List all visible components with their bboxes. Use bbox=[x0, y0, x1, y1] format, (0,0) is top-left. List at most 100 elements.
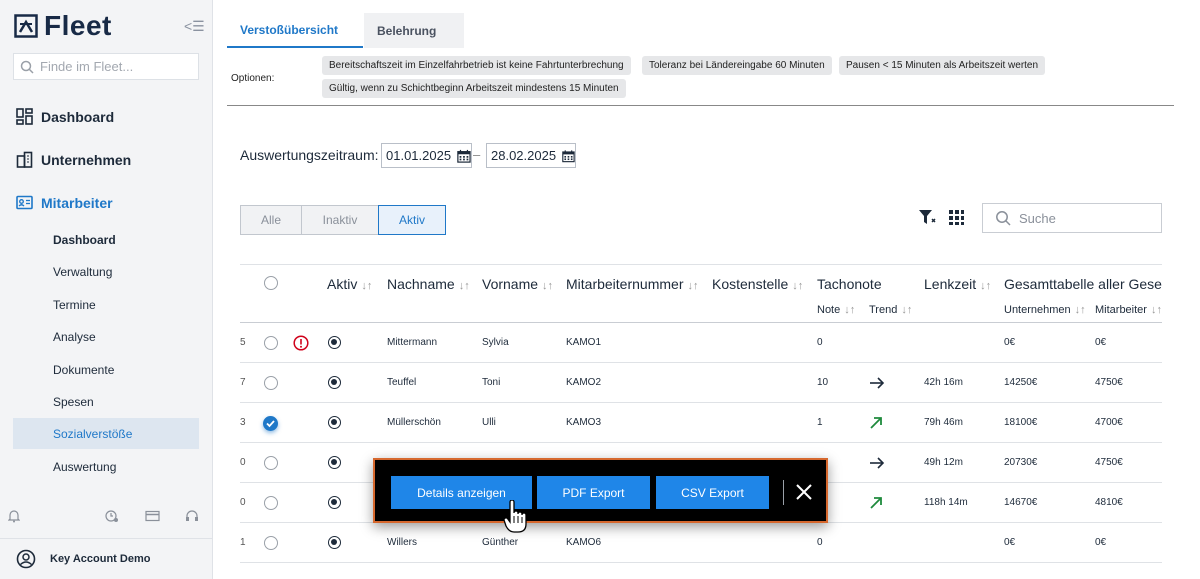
col-trend[interactable]: Trend ↓↑ bbox=[869, 304, 912, 316]
table-search bbox=[982, 203, 1162, 233]
card-icon[interactable] bbox=[145, 509, 160, 527]
col-lenkzeit[interactable]: Lenkzeit ↓↑ bbox=[924, 276, 991, 292]
user-name: Key Account Demo bbox=[50, 553, 151, 565]
cell-note: 10 bbox=[817, 377, 829, 388]
user-avatar-icon bbox=[16, 549, 36, 569]
sidebar: Fleet <☰ Dashboard Unternehmen Mitarbeit… bbox=[0, 0, 213, 579]
active-status-radio[interactable] bbox=[328, 456, 341, 469]
sidebar-search bbox=[13, 53, 199, 80]
cell-note: 0 bbox=[817, 337, 823, 348]
cell-mitarbeiter: 4810€ bbox=[1095, 497, 1123, 508]
filter-funnel-icon[interactable] bbox=[918, 209, 936, 226]
col-vorname[interactable]: Vorname ↓↑ bbox=[482, 276, 553, 292]
sidebar-item-termine[interactable]: Termine bbox=[13, 289, 199, 320]
sidebar-item-spesen[interactable]: Spesen bbox=[13, 386, 199, 417]
active-status-radio[interactable] bbox=[328, 496, 341, 509]
cell-nachname: Willers bbox=[387, 537, 417, 548]
cell-nachname: Müllerschön bbox=[387, 417, 441, 428]
bulk-action-bar: Details anzeigen PDF Export CSV Export bbox=[373, 458, 828, 523]
trend-right-icon bbox=[869, 376, 885, 394]
active-status-radio[interactable] bbox=[328, 336, 341, 349]
dashboard-icon bbox=[16, 108, 33, 125]
table-search-input[interactable] bbox=[1019, 210, 1149, 226]
building-icon bbox=[16, 151, 33, 168]
sidebar-search-input[interactable] bbox=[40, 59, 190, 74]
bell-icon[interactable] bbox=[7, 509, 21, 528]
sidebar-item-dokumente[interactable]: Dokumente bbox=[13, 354, 199, 385]
tab-verstossuebersicht[interactable]: Verstoßübersicht bbox=[227, 13, 363, 48]
date-to-value: 28.02.2025 bbox=[491, 148, 557, 163]
row-checkbox[interactable] bbox=[264, 536, 278, 550]
cell-mitarbeiternummer: KAMO6 bbox=[566, 537, 602, 548]
row-edge-cell: 7 bbox=[240, 377, 246, 388]
cell-mitarbeiter: 4700€ bbox=[1095, 417, 1123, 428]
date-from-field[interactable]: 01.01.2025 bbox=[381, 143, 472, 168]
row-checkbox[interactable] bbox=[264, 456, 278, 470]
cell-vorname: Ulli bbox=[482, 417, 496, 428]
row-checkbox[interactable] bbox=[264, 336, 278, 350]
headset-icon[interactable] bbox=[185, 509, 199, 528]
col-mitarbeiternummer[interactable]: Mitarbeiternummer ↓↑ bbox=[566, 276, 698, 292]
row-checkbox[interactable] bbox=[264, 496, 278, 510]
col-aktiv[interactable]: Aktiv ↓↑ bbox=[327, 276, 372, 292]
row-checkbox-checked[interactable] bbox=[263, 416, 278, 431]
action-bar-divider bbox=[783, 480, 784, 505]
app-window: { "app": {"name": "Fleet"}, "sidebar": {… bbox=[0, 0, 1200, 579]
app-logo[interactable]: Fleet bbox=[14, 10, 112, 42]
cell-lenkzeit: 42h 16m bbox=[924, 377, 963, 388]
nav-unternehmen[interactable]: Unternehmen bbox=[16, 151, 131, 168]
cell-note: 0 bbox=[817, 537, 823, 548]
nav-dashboard-label: Dashboard bbox=[41, 108, 115, 125]
active-status-radio[interactable] bbox=[328, 376, 341, 389]
filter-inaktiv[interactable]: Inaktiv bbox=[301, 205, 379, 235]
sidebar-item-sozialverstoesse[interactable]: Sozialverstöße bbox=[13, 418, 199, 449]
pdf-export-button[interactable]: PDF Export bbox=[537, 476, 650, 509]
option-chip: Toleranz bei Ländereingabe 60 Minuten bbox=[642, 56, 832, 75]
sidebar-item-verwaltung[interactable]: Verwaltung bbox=[13, 256, 199, 287]
date-separator: – bbox=[473, 147, 481, 162]
row-checkbox[interactable] bbox=[264, 376, 278, 390]
calendar-icon[interactable] bbox=[562, 148, 575, 164]
cell-unternehmen: 20730€ bbox=[1004, 457, 1038, 468]
csv-export-button[interactable]: CSV Export bbox=[656, 476, 769, 509]
row-edge-cell: 3 bbox=[240, 417, 246, 428]
nav-mitarbeiter[interactable]: Mitarbeiter bbox=[16, 194, 113, 211]
cell-mitarbeiter: 0€ bbox=[1095, 537, 1107, 548]
period-label: Auswertungszeitraum: bbox=[240, 147, 379, 163]
tab-belehrung[interactable]: Belehrung bbox=[364, 13, 464, 48]
select-all-radio[interactable] bbox=[264, 276, 278, 290]
active-status-radio[interactable] bbox=[328, 536, 341, 549]
cell-unternehmen: 0€ bbox=[1004, 337, 1016, 348]
user-menu[interactable]: Key Account Demo bbox=[0, 538, 213, 579]
nav-dashboard[interactable]: Dashboard bbox=[16, 108, 114, 125]
clock-settings-icon[interactable] bbox=[105, 509, 119, 528]
sidebar-item-analyse[interactable]: Analyse bbox=[13, 321, 199, 352]
column-grid-icon[interactable] bbox=[948, 209, 965, 226]
options-panel: Optionen: Bereitschaftszeit im Einzelfah… bbox=[227, 48, 1174, 106]
col-mitarbeiter[interactable]: Mitarbeiter ↓↑ bbox=[1095, 304, 1162, 316]
close-icon[interactable] bbox=[793, 481, 815, 503]
sidebar-item-auswertung[interactable]: Auswertung bbox=[13, 451, 199, 482]
col-kostenstelle[interactable]: Kostenstelle ↓↑ bbox=[712, 276, 803, 292]
cell-nachname: Teuffel bbox=[387, 377, 417, 388]
col-unternehmen[interactable]: Unternehmen ↓↑ bbox=[1004, 304, 1086, 316]
filter-alle[interactable]: Alle bbox=[240, 205, 302, 235]
cell-unternehmen: 14250€ bbox=[1004, 377, 1038, 388]
table-row[interactable]: 3 Müllerschön Ulli KAMO3 1 79h 46m 18100€ 4700€ bbox=[240, 403, 1162, 443]
table-row[interactable]: 1 Willers Günther KAMO6 0 0€ 0€ bbox=[240, 523, 1162, 563]
col-nachname[interactable]: Nachname ↓↑ bbox=[387, 276, 470, 292]
active-status-radio[interactable] bbox=[328, 416, 341, 429]
col-note[interactable]: Note ↓↑ bbox=[817, 304, 855, 316]
cell-lenkzeit: 118h 14m bbox=[924, 497, 968, 508]
sidebar-item-dashboard[interactable]: Dashboard bbox=[13, 224, 199, 255]
collapse-sidebar-icon[interactable]: <☰ bbox=[184, 18, 205, 35]
date-from-value: 01.01.2025 bbox=[386, 148, 452, 163]
options-label: Optionen: bbox=[231, 73, 275, 84]
trend-right-icon bbox=[869, 456, 885, 474]
calendar-icon[interactable] bbox=[457, 148, 471, 164]
filter-aktiv[interactable]: Aktiv bbox=[378, 205, 446, 235]
fleet-logo-icon bbox=[14, 14, 38, 38]
date-to-field[interactable]: 28.02.2025 bbox=[486, 143, 576, 168]
table-row[interactable]: 5 Mittermann Sylvia KAMO1 0 0€ 0€ bbox=[240, 323, 1162, 363]
table-row[interactable]: 7 Teuffel Toni KAMO2 10 42h 16m 14250€ 4750€ bbox=[240, 363, 1162, 403]
